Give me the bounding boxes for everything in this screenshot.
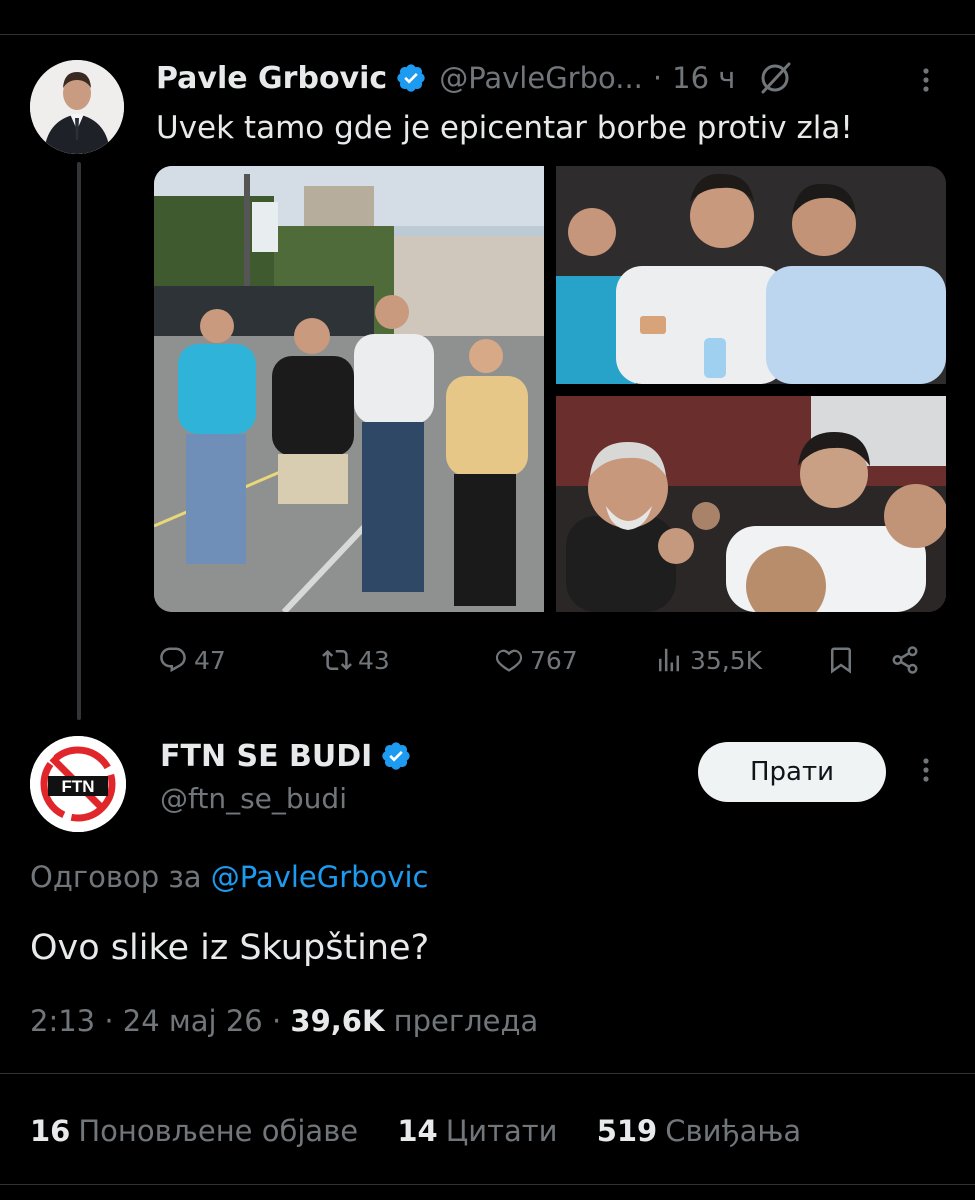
repost-count: 43: [358, 645, 390, 675]
views-action[interactable]: 35,5K: [654, 640, 762, 680]
thread-connector-line: [77, 162, 81, 720]
meta-separator: ·: [104, 1004, 123, 1038]
likes-stat[interactable]: 519 Свиђања: [597, 1114, 801, 1148]
likes-stat-count: 519: [596, 1114, 658, 1148]
bookmark-action[interactable]: [826, 640, 862, 680]
meta-separator: ·: [271, 1004, 291, 1038]
engagement-stats: 16 Поновљене објаве 14 Цитати 519 Свиђања: [30, 1114, 831, 1148]
share-action[interactable]: [890, 640, 926, 680]
more-icon[interactable]: [916, 756, 936, 784]
reply-count: 47: [194, 645, 226, 675]
reply-date[interactable]: 24 мај 26: [123, 1004, 263, 1038]
replying-to-mention[interactable]: @PavleGrbovic: [211, 860, 429, 894]
author-name[interactable]: Pavle Grbovic: [156, 61, 387, 96]
repost-icon: [322, 649, 352, 671]
photo-3[interactable]: [556, 396, 946, 612]
reply-icon: [160, 647, 186, 673]
tweet-text: Uvek tamo gde je epicentar borbe protiv …: [156, 110, 853, 146]
heart-icon: [495, 649, 523, 672]
divider: [0, 1184, 975, 1185]
photo-1[interactable]: [154, 166, 544, 612]
views-count: 35,5K: [690, 645, 763, 675]
reposts-stat[interactable]: 16 Поновљене објаве: [30, 1114, 358, 1148]
verified-badge-icon: [382, 742, 411, 770]
author-handle[interactable]: @PavleGrbo...: [439, 61, 643, 95]
svg-text:FTN: FTN: [61, 777, 94, 796]
like-count: 767: [530, 645, 578, 675]
bookmark-icon: [831, 647, 851, 674]
grok-icon[interactable]: [757, 60, 793, 96]
top-divider: [0, 34, 975, 35]
avatar-ftn-se-budi[interactable]: FTN: [30, 736, 126, 832]
reply-action[interactable]: 47: [158, 640, 226, 680]
tweet-time[interactable]: 16 ч: [672, 61, 735, 95]
likes-stat-label: Свиђања: [665, 1114, 802, 1148]
replying-to-prefix: Одговор за: [30, 860, 202, 894]
reply-header: FTN SE BUDI: [160, 736, 412, 776]
verified-badge-icon: [397, 64, 425, 92]
quotes-stat[interactable]: 14 Цитати: [397, 1114, 557, 1148]
follow-button[interactable]: Прати: [698, 742, 886, 802]
share-icon: [892, 646, 918, 674]
reply-author-name[interactable]: FTN SE BUDI: [160, 739, 372, 774]
quotes-stat-count: 14: [397, 1114, 438, 1148]
reposts-stat-count: 16: [30, 1114, 71, 1148]
like-action[interactable]: 767: [494, 640, 578, 680]
replying-to: Одговор за @PavleGrbovic: [30, 860, 428, 894]
reposts-stat-label: Поновљене објаве: [78, 1114, 359, 1148]
tweet-header: Pavle Grbovic @PavleGrbo... · 16 ч: [156, 56, 793, 100]
avatar-pavle-grbovic[interactable]: [30, 60, 124, 154]
separator-dot: ·: [652, 61, 663, 95]
reply-author-handle[interactable]: @ftn_se_budi: [160, 782, 347, 815]
photo-2[interactable]: [556, 166, 946, 384]
media-grid: [154, 166, 946, 612]
divider: [0, 1073, 975, 1074]
reply-text: Ovo slike iz Skupštine?: [30, 928, 430, 968]
reply-meta: 2:13 · 24 мај 26 · 39,6K прегледа: [30, 1004, 538, 1038]
quotes-stat-label: Цитати: [445, 1114, 558, 1148]
reply-views-count: 39,6K: [290, 1004, 385, 1038]
reply-time[interactable]: 2:13: [30, 1004, 95, 1038]
reply-views-label: прегледа: [393, 1004, 539, 1038]
more-icon[interactable]: [916, 66, 936, 94]
repost-action[interactable]: 43: [322, 640, 390, 680]
views-icon: [659, 648, 679, 672]
